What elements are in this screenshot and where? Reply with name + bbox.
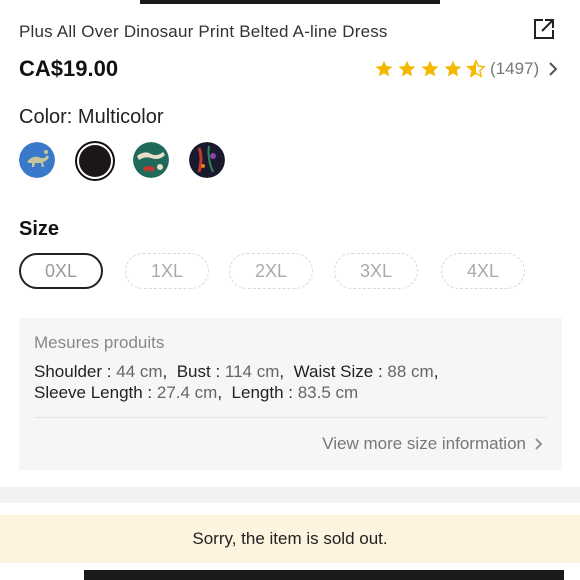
size-option-0xl[interactable]: 0XL [19, 253, 103, 289]
color-swatch-blue[interactable] [19, 142, 55, 178]
measure-value: 44 cm [116, 362, 163, 381]
measure-key: Bust [176, 362, 211, 381]
size-option-3xl[interactable]: 3XL [334, 253, 418, 289]
color-swatch-dark-floral[interactable] [189, 142, 225, 178]
measurements-title: Mesures produits [34, 333, 165, 352]
size-option-2xl[interactable]: 2XL [229, 253, 313, 289]
measure-value: 27.4 cm [156, 383, 218, 402]
product-detail-page: Plus All Over Dinosaur Print Belted A-li… [0, 0, 580, 580]
chevron-right-icon [549, 62, 558, 76]
size-option-1xl[interactable]: 1XL [125, 253, 209, 289]
divider [34, 417, 547, 418]
view-more-size-link[interactable]: View more size information [322, 434, 544, 454]
measure-key: Sleeve Length [34, 383, 143, 402]
color-swatch-teal[interactable] [133, 142, 169, 178]
review-count: (1497) [490, 59, 540, 78]
sold-out-text: Sorry, the item is sold out. [192, 529, 388, 548]
color-swatch-black[interactable] [75, 141, 115, 181]
bottom-action-bar[interactable] [84, 570, 564, 580]
measure-value: 88 cm [387, 362, 434, 381]
product-title: Plus All Over Dinosaur Print Belted A-li… [19, 22, 388, 41]
product-measurements: Mesures produits Shoulder : 44 cm, Bust … [19, 318, 562, 470]
measurements-line-2: Sleeve Length : 27.4 cm, Length : 83.5 c… [34, 383, 359, 402]
star-icon [375, 60, 393, 77]
measure-key: Shoulder [34, 362, 103, 381]
size-label: Size [19, 218, 60, 240]
sold-out-notice: Sorry, the item is sold out. [0, 515, 580, 563]
product-price: CA$19.00 [19, 56, 119, 81]
rating-summary[interactable]: (1497) [374, 58, 559, 80]
measure-value: 83.5 cm [297, 383, 359, 402]
star-icon [444, 60, 462, 77]
view-more-size-label: View more size information [322, 434, 526, 453]
color-label: Color: Multicolor [19, 106, 164, 128]
star-icon [398, 60, 416, 77]
star-icon [421, 60, 439, 77]
product-image-edge [140, 0, 440, 4]
share-icon[interactable] [530, 15, 558, 43]
chevron-right-icon [535, 438, 543, 450]
section-separator [0, 487, 580, 503]
half-star-icon [466, 59, 486, 78]
measurements-line-1: Shoulder : 44 cm, Bust : 114 cm, Waist S… [34, 362, 439, 381]
measure-key: Waist Size [293, 362, 374, 381]
size-option-4xl[interactable]: 4XL [441, 253, 525, 289]
measure-key: Length [231, 383, 284, 402]
measure-value: 114 cm [224, 362, 280, 381]
